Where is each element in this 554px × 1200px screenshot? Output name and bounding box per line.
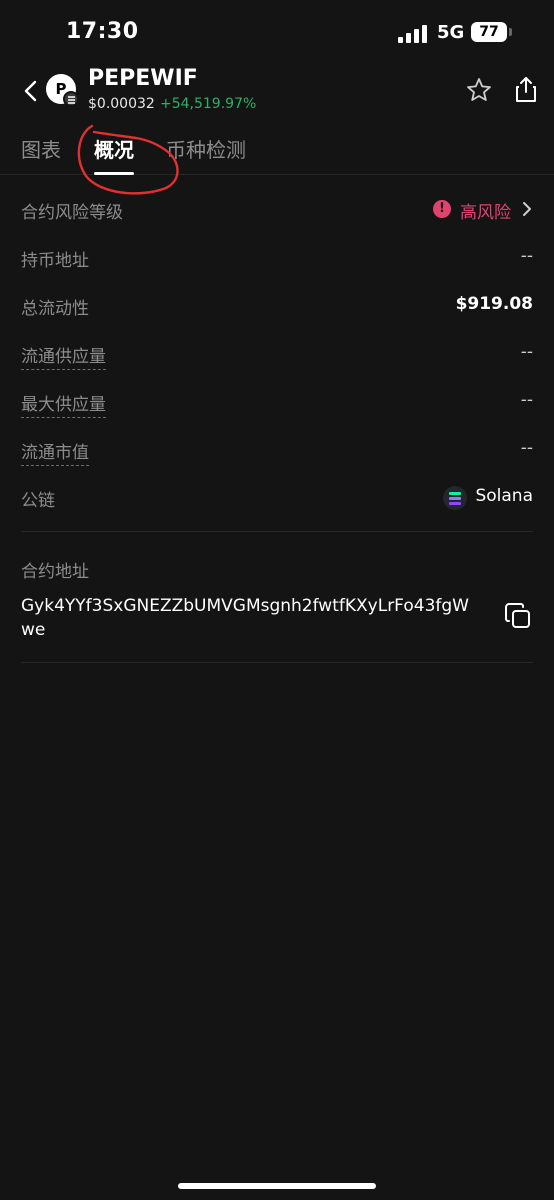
chain-value: Solana <box>475 486 533 506</box>
row-chain: 公链 Solana <box>21 486 533 514</box>
market-cap-label[interactable]: 流通市值 <box>21 438 89 466</box>
row-contract-risk[interactable]: 合约风险等级 ! 高风险 <box>21 198 533 226</box>
holders-label: 持币地址 <box>21 251 89 271</box>
row-max-supply: 最大供应量 -- <box>21 390 533 418</box>
share-icon[interactable] <box>514 75 538 103</box>
back-icon[interactable] <box>20 78 44 104</box>
liquidity-label: 总流动性 <box>21 299 89 319</box>
contract-address-value: Gyk4YYf3SxGNEZZbUMVGMsgnh2fwtfKXyLrFo43f… <box>21 596 469 640</box>
holders-value: -- <box>520 246 533 266</box>
tab-bar: 图表 概况 币种检测 <box>0 128 554 175</box>
chevron-right-icon <box>523 202 531 216</box>
circulating-supply-label[interactable]: 流通供应量 <box>21 342 106 370</box>
max-supply-label[interactable]: 最大供应量 <box>21 390 106 418</box>
divider <box>21 531 533 532</box>
circulating-supply-value: -- <box>520 342 533 362</box>
chain-badge-icon <box>63 91 79 107</box>
chain-label: 公链 <box>21 491 55 511</box>
token-title: PEPEWIF <box>88 66 198 91</box>
tab-chart[interactable]: 图表 <box>21 134 61 163</box>
favorite-star-icon[interactable] <box>466 77 492 103</box>
contract-address-label: 合约地址 <box>21 562 89 582</box>
token-price: $0.00032 <box>88 96 155 112</box>
battery-cap <box>509 28 512 36</box>
row-circulating-supply: 流通供应量 -- <box>21 342 533 370</box>
home-indicator <box>178 1183 376 1189</box>
risk-label: 合约风险等级 <box>21 203 123 223</box>
row-holders: 持币地址 -- <box>21 246 533 274</box>
price-change: +54,519.97% <box>160 96 257 112</box>
risk-level-text: 高风险 <box>460 203 511 223</box>
max-supply-value: -- <box>520 390 533 410</box>
risk-alert-icon: ! <box>433 200 451 218</box>
risk-value[interactable]: ! 高风险 <box>423 198 533 223</box>
market-cap-value: -- <box>520 438 533 458</box>
battery-icon: 77 <box>471 22 507 42</box>
active-tab-indicator <box>94 172 134 175</box>
tab-overview[interactable]: 概况 <box>94 134 134 163</box>
row-market-cap: 流通市值 -- <box>21 438 533 466</box>
divider <box>21 662 533 663</box>
copy-icon[interactable] <box>504 602 532 630</box>
status-bar: 17:30 5G 77 <box>0 0 554 64</box>
header: P PEPEWIF $0.00032 +54,519.97% <box>0 64 554 118</box>
solana-icon <box>443 486 467 510</box>
signal-icon <box>398 25 430 43</box>
network-type: 5G <box>437 22 465 43</box>
liquidity-value: $919.08 <box>455 294 533 314</box>
tab-token-check[interactable]: 币种检测 <box>166 134 246 163</box>
status-time: 17:30 <box>66 19 139 44</box>
row-liquidity: 总流动性 $919.08 <box>21 294 533 322</box>
